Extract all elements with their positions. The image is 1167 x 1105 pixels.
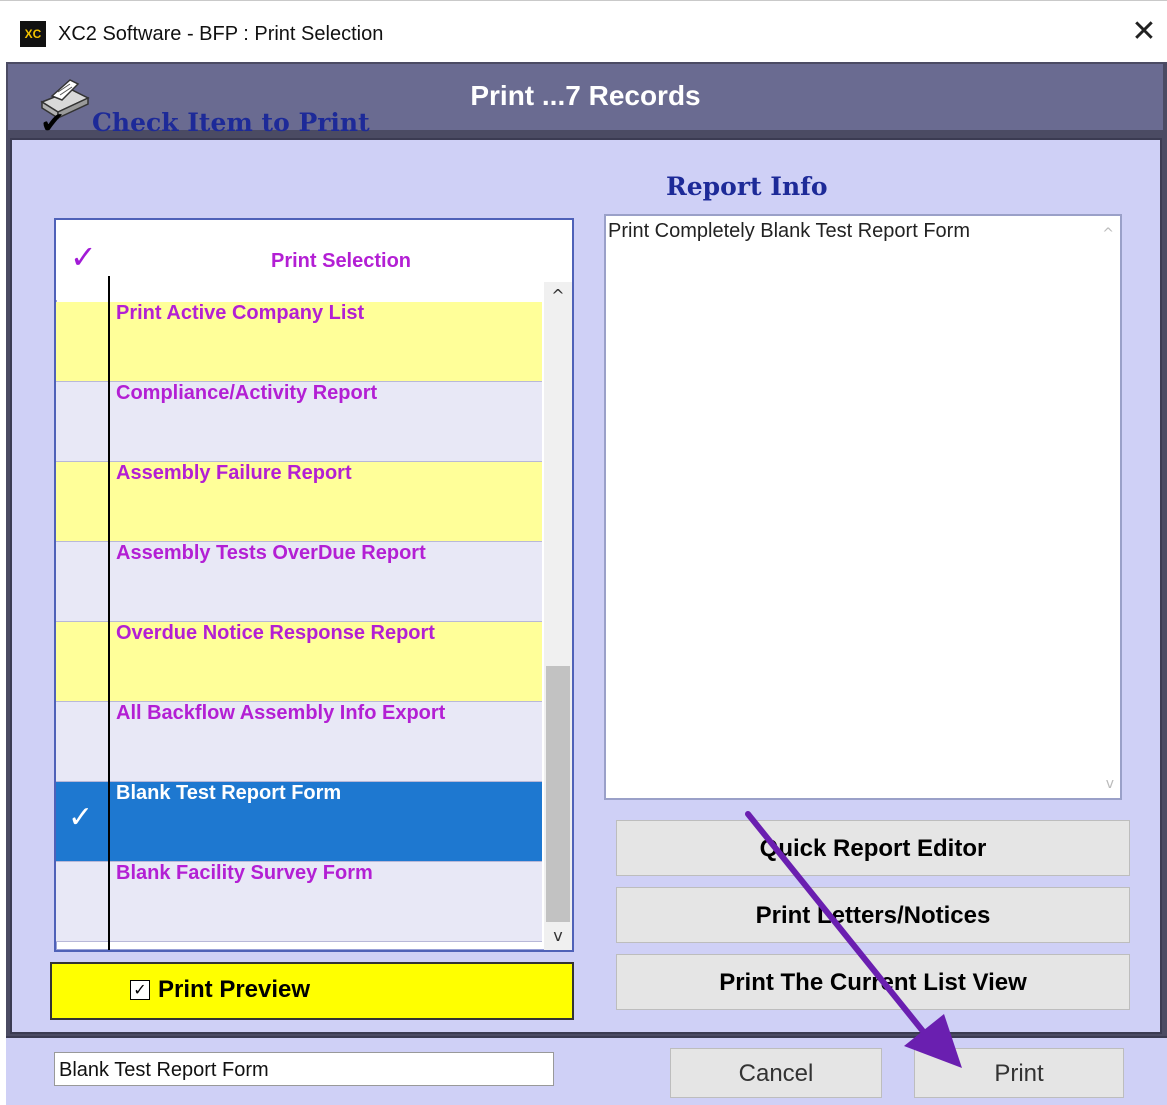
- app-icon: XC: [20, 21, 46, 47]
- list-item-label: Assembly Failure Report: [116, 462, 352, 484]
- info-scroll-down-icon[interactable]: v: [1106, 776, 1114, 792]
- print-letters-button[interactable]: Print Letters/Notices: [616, 887, 1130, 943]
- report-info-textbox[interactable]: Print Completely Blank Test Report Form …: [604, 214, 1122, 800]
- report-info-heading: Report Info: [666, 172, 828, 201]
- selected-report-field[interactable]: Blank Test Report Form: [54, 1052, 554, 1086]
- list-item[interactable]: Overdue Notice Response Report: [56, 622, 542, 702]
- list-rows: Print Active Company List Compliance/Acti…: [56, 302, 542, 942]
- quick-report-editor-button[interactable]: Quick Report Editor: [616, 820, 1130, 876]
- list-item-label: Blank Facility Survey Form: [116, 862, 373, 884]
- list-item-label: Assembly Tests OverDue Report: [116, 542, 426, 564]
- list-item-label: Blank Test Report Form: [116, 782, 342, 804]
- print-preview-toggle[interactable]: ✓ Print Preview: [50, 962, 574, 1020]
- close-icon[interactable]: ✕: [1129, 15, 1159, 49]
- list-header-label: Print Selection: [270, 250, 412, 272]
- checkmark-icon: ✔: [40, 106, 66, 141]
- list-item[interactable]: Assembly Tests OverDue Report: [56, 542, 542, 622]
- report-info-text: Print Completely Blank Test Report Form: [608, 220, 970, 242]
- scroll-up-icon[interactable]: ^: [544, 282, 572, 310]
- selected-checkmark-icon[interactable]: ✓: [68, 800, 93, 835]
- list-item[interactable]: Blank Facility Survey Form: [56, 862, 542, 942]
- cancel-button[interactable]: Cancel: [670, 1048, 882, 1098]
- info-scroll-up-icon[interactable]: ^: [1102, 226, 1114, 242]
- list-item-label: Compliance/Activity Report: [116, 382, 378, 404]
- list-item[interactable]: Assembly Failure Report: [56, 462, 542, 542]
- print-items-list[interactable]: ✓ Print Selection Print Active Company L…: [54, 218, 574, 952]
- list-item[interactable]: All Backflow Assembly Info Export: [56, 702, 542, 782]
- list-item[interactable]: Compliance/Activity Report: [56, 382, 542, 462]
- print-preview-checkbox[interactable]: ✓: [130, 980, 150, 1000]
- print-current-list-button[interactable]: Print The Current List View: [616, 954, 1130, 1010]
- scroll-thumb[interactable]: [546, 666, 570, 922]
- title-bar: XC XC2 Software - BFP : Print Selection …: [0, 0, 1167, 63]
- print-preview-label: Print Preview: [158, 976, 311, 1003]
- scroll-down-icon[interactable]: v: [544, 922, 572, 950]
- list-item-label: Overdue Notice Response Report: [116, 622, 435, 644]
- checkbox-column-divider: [108, 276, 110, 950]
- window-title: XC2 Software - BFP : Print Selection: [58, 23, 384, 45]
- print-button[interactable]: Print: [914, 1048, 1124, 1098]
- list-scrollbar[interactable]: ^ v: [544, 282, 572, 950]
- check-items-heading: ✔ Check Item to Print: [40, 106, 370, 141]
- bottom-bar: Blank Test Report Form Cancel Print: [6, 1036, 1167, 1105]
- list-item[interactable]: Print Active Company List: [56, 302, 542, 382]
- list-header: ✓ Print Selection: [56, 220, 572, 300]
- list-item-label: Print Active Company List: [116, 302, 365, 324]
- list-item[interactable]: ✓ Blank Test Report Form: [56, 782, 542, 862]
- header-checkmark-icon: ✓: [70, 238, 97, 276]
- list-item-label: All Backflow Assembly Info Export: [116, 702, 446, 724]
